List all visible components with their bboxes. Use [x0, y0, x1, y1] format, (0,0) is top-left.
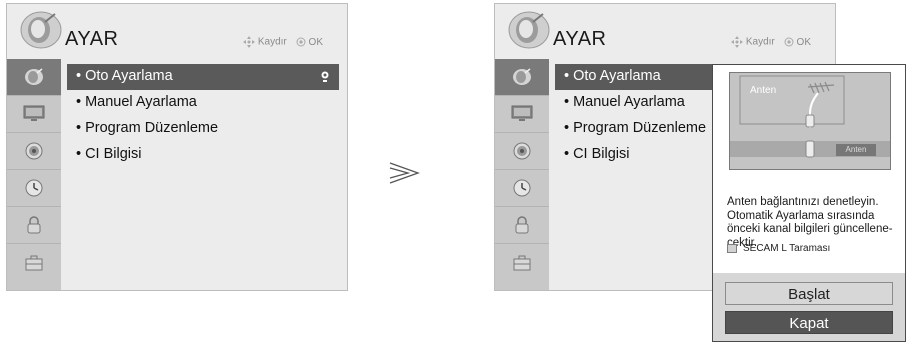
satellite-dish-icon [20, 11, 62, 49]
bullet: • [564, 94, 570, 110]
sidebar-item-picture[interactable] [7, 96, 61, 133]
key-hints: Kaydır OK [730, 36, 811, 48]
menu-item-label: Manuel Ayarlama [85, 94, 197, 110]
sidebar-item-audio[interactable] [7, 133, 61, 170]
satellite-dish-icon [508, 11, 550, 49]
sidebar-item-setup[interactable] [495, 59, 549, 96]
sidebar-item-lock[interactable] [495, 207, 549, 244]
bullet: • [564, 120, 570, 136]
menu-item-label: CI Bilgisi [573, 146, 630, 162]
sidebar-item-audio[interactable] [495, 133, 549, 170]
secam-scan-option[interactable]: SECAM L Taraması [727, 243, 830, 254]
menu-title: AYAR [553, 28, 607, 50]
toolbox-icon [513, 255, 531, 270]
preview-antenna-label: Anten [750, 85, 777, 96]
sidebar-item-time[interactable] [7, 170, 61, 207]
menu-item-label: Manuel Ayarlama [573, 94, 685, 110]
scroll-hint-label: Kaydır [257, 36, 287, 48]
sidebar-item-picture[interactable] [495, 96, 549, 133]
secam-scan-checkbox[interactable] [727, 244, 737, 253]
pointer-icon [321, 71, 329, 82]
menu-item-label: Oto Ayarlama [85, 68, 173, 84]
menu-item-label: Program Düzenleme [573, 120, 707, 136]
auto-tuning-dialog: Anten Anten Anten bağlantınızı denetleyi… [712, 64, 906, 342]
ok-hint: OK [296, 37, 323, 48]
sidebar-item-setup[interactable] [7, 59, 61, 96]
secam-scan-label: SECAM L Taraması [743, 243, 831, 254]
category-sidebar [7, 59, 61, 290]
lock-icon [515, 216, 529, 234]
clock-icon [513, 179, 531, 197]
instruction-line: önceki kanal bilgileri güncellene- [727, 223, 893, 235]
transition-arrow-icon [389, 162, 420, 184]
instruction-text: Anten bağlantınızı denetleyin. Otomatik … [727, 196, 901, 250]
menu-item-label: CI Bilgisi [85, 146, 142, 162]
menu-item-program-duzenleme[interactable]: • Program Düzenleme [67, 116, 339, 142]
ok-hint-label: OK [308, 36, 323, 48]
bullet: • [76, 94, 82, 110]
menu-item-label: Program Düzenleme [85, 120, 219, 136]
sidebar-item-lock[interactable] [7, 207, 61, 244]
sidebar-item-options[interactable] [495, 244, 549, 281]
bullet: • [76, 120, 82, 136]
satellite-icon [513, 68, 531, 85]
clock-icon [25, 179, 43, 197]
ok-hint-label: OK [796, 36, 811, 48]
key-hints: Kaydır OK [242, 36, 323, 48]
scroll-hint: Kaydır [242, 36, 287, 48]
satellite-icon [25, 68, 43, 85]
toolbox-icon [25, 255, 43, 270]
menu-title: AYAR [65, 28, 119, 50]
start-button[interactable]: Başlat [725, 282, 893, 305]
monitor-icon [23, 105, 45, 121]
menu-item-manuel-ayarlama[interactable]: • Manuel Ayarlama [67, 90, 339, 116]
scroll-hint-label: Kaydır [745, 36, 775, 48]
preview-antenna-port: Anten [836, 144, 876, 156]
sidebar-item-time[interactable] [495, 170, 549, 207]
bullet: • [76, 146, 82, 162]
navigation-arrows-icon [242, 36, 255, 48]
menu-item-ci-bilgisi[interactable]: • CI Bilgisi [67, 142, 339, 168]
instruction-line: Anten bağlantınızı denetleyin. [727, 196, 879, 208]
bullet: • [76, 68, 82, 84]
menu-item-oto-ayarlama[interactable]: • Oto Ayarlama [67, 64, 339, 90]
category-sidebar [495, 59, 549, 290]
speaker-icon [513, 142, 531, 160]
bullet: • [564, 146, 570, 162]
ok-hint: OK [784, 37, 811, 48]
speaker-icon [25, 142, 43, 160]
close-button[interactable]: Kapat [725, 311, 893, 334]
bullet: • [564, 68, 570, 84]
settings-menu-left: AYAR Kaydır OK • Oto Ayarlama • Manuel A… [6, 3, 348, 291]
ok-icon [784, 37, 794, 47]
antenna-preview: Anten Anten [729, 72, 891, 170]
instruction-line: Otomatik Ayarlama sırasında [727, 209, 875, 222]
dialog-footer: Başlat Kapat [713, 273, 905, 341]
menu-item-label: Oto Ayarlama [573, 68, 661, 84]
sidebar-item-options[interactable] [7, 244, 61, 281]
lock-icon [27, 216, 41, 234]
navigation-arrows-icon [730, 36, 743, 48]
monitor-icon [511, 105, 533, 121]
ok-icon [296, 37, 306, 47]
scroll-hint: Kaydır [730, 36, 775, 48]
menu-item-list: • Oto Ayarlama • Manuel Ayarlama • Program … [67, 64, 339, 168]
